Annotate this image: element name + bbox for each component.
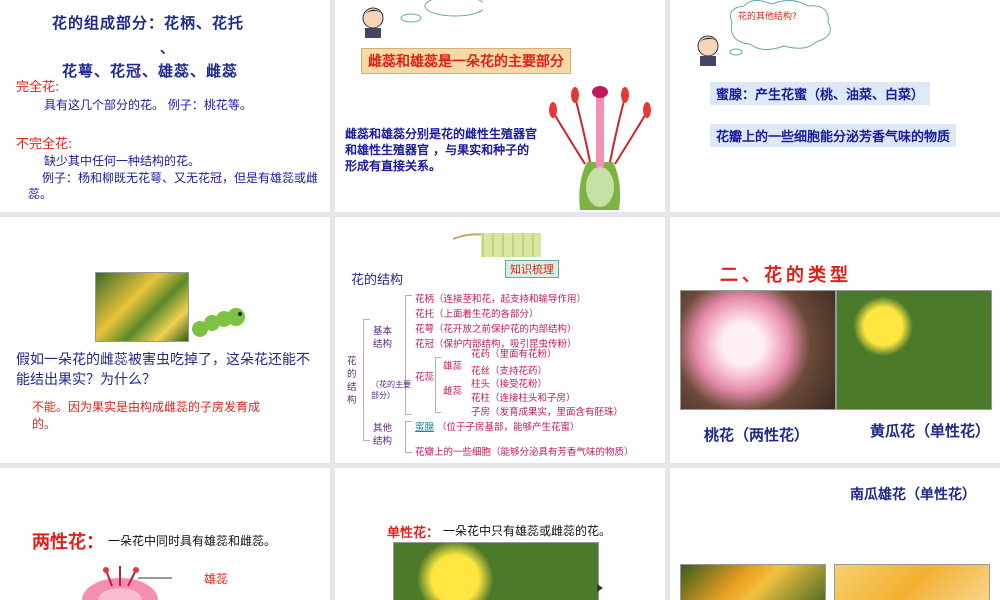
item-sepal: 花萼（花开放之前保护花的内部结构） bbox=[415, 324, 577, 335]
stamen-annotation: 雄蕊 bbox=[204, 572, 229, 586]
pistil-stamen-illustration bbox=[549, 86, 651, 210]
bisexual-label: 两性花： bbox=[32, 532, 104, 553]
unisexual-text: 一朵花中只有雄蕊或雌蕊的花。 bbox=[443, 524, 612, 538]
slide-question: 假如一朵花的雌蕊被害虫吃掉了，这朵花还能不能结出果实？为什么？ 不能。因为果实是… bbox=[0, 217, 330, 463]
pistil-label: 雌蕊 bbox=[443, 386, 463, 397]
unisexual-label: 单性花： bbox=[387, 526, 440, 541]
nectary-label: 蜜腺 bbox=[415, 422, 435, 433]
incomplete-label: 不完全花: bbox=[16, 137, 73, 152]
student-icon bbox=[362, 7, 384, 38]
nectary-line: 蜜腺：产生花蜜（桃、油菜、白菜） bbox=[710, 82, 931, 105]
types-title: 二、花的类型 bbox=[720, 265, 852, 286]
item-receptacle-stalk: 花柄（连接茎和花，起支持和输导作用） bbox=[415, 294, 587, 305]
bisexual-text: 一朵花中同时具有雄蕊和雌蕊。 bbox=[108, 534, 277, 548]
heading-sep: 、 bbox=[160, 41, 174, 57]
pistil-item-ovary: 子房（发育成果实，里面含有胚珠） bbox=[471, 407, 624, 418]
arrow-icon bbox=[597, 584, 603, 592]
cucumber-unisexual-photo bbox=[393, 542, 599, 600]
root-bracket bbox=[363, 319, 370, 441]
slide-other-structures: 花的其他结构? 蜜腺：产生花蜜（桃、油菜、白菜） 花瓣上的一些细胞能分泌芳香气味… bbox=[670, 0, 1000, 212]
pumpkin-photo-2 bbox=[834, 564, 990, 600]
nectary-text: （位于子房基部，能够产生花蜜） bbox=[437, 422, 580, 433]
pumpkin-photo-1 bbox=[680, 564, 826, 600]
slide-main-parts: 雌蕊和雄蕊是一朵花的主要部分 雌蕊和雄蕊分别是花的雌性生殖器官和雄性生殖器官 ，… bbox=[335, 0, 665, 212]
slide-flower-parts: 花的组成部分：花柄、花托 、 花萼、花冠、雄蕊、雌蕊 完全花: 具有这几个部分的… bbox=[0, 0, 330, 212]
pumpkin-caption: 南瓜雄花（单性花） bbox=[850, 487, 976, 503]
thought-bubble-icon bbox=[400, 0, 483, 23]
stamen-label: 雄蕊 bbox=[443, 361, 463, 372]
structure-title: 花的结构 bbox=[351, 273, 404, 288]
peach-caption: 桃花（两性花） bbox=[704, 426, 810, 444]
basic-structure: 基本结构 bbox=[373, 326, 393, 350]
slide-unisexual: 单性花： 一朵花中只有雄蕊或雌蕊的花。 bbox=[335, 468, 665, 600]
heading-line1: 花的组成部分：花柄、花托 bbox=[52, 14, 245, 32]
cucumber-flower-photo bbox=[836, 290, 992, 410]
question-text: 假如一朵花的雌蕊被害虫吃掉了，这朵花还能不能结出果实？为什么？ bbox=[16, 352, 310, 388]
incomplete-text: 缺少其中任何一种结构的花。 bbox=[44, 154, 201, 168]
heading-line2: 花萼、花冠、雄蕊、雌蕊 bbox=[62, 62, 239, 80]
slide-flower-types: 二、花的类型 桃花（两性花） 黄瓜花（单性花） bbox=[670, 217, 1000, 463]
student-icon bbox=[697, 35, 719, 66]
peach-blossom-photo bbox=[680, 290, 836, 410]
answer-text: 不能。因为果实是由构成雌蕊的子房发育成的。 bbox=[32, 400, 261, 431]
thought-bubble-text: 花的其他结构? bbox=[738, 12, 797, 22]
bisexual-flower-diagram bbox=[82, 566, 172, 600]
yellow-flowers-photo bbox=[95, 272, 189, 342]
pistil-item-stigma: 柱头（接受花粉） bbox=[471, 379, 548, 390]
petal-cells-line: 花瓣上的一些细胞能分泌芳香气味的物质 bbox=[710, 124, 957, 147]
knitting-icon bbox=[453, 233, 541, 257]
incomplete-example: 例子：杨和柳既无花萼、又无花冠，但是有雄蕊或雌蕊。 bbox=[28, 171, 319, 201]
slide-pumpkin-male: 南瓜雄花（单性花） bbox=[670, 468, 1000, 600]
item-receptacle: 花托（上面着生花的各部分） bbox=[415, 309, 539, 320]
stamen-group: 花蕊 bbox=[415, 372, 435, 383]
main-part-note: （花的主要部分） bbox=[371, 380, 411, 400]
stamen-item-anther: 花药（里面有花粉） bbox=[471, 349, 557, 360]
cucumber-caption: 黄瓜花（单性花） bbox=[870, 422, 991, 440]
other-structure: 其他结构 bbox=[373, 423, 393, 447]
knowledge-tag: 知识梳理 bbox=[505, 260, 559, 278]
stamen-bracket bbox=[435, 357, 441, 413]
complete-text: 具有这几个部分的花。 例子：桃花等。 bbox=[44, 98, 252, 112]
complete-label: 完全花: bbox=[16, 80, 60, 95]
slide-bisexual: 两性花： 一朵花中同时具有雄蕊和雌蕊。 雄蕊 bbox=[0, 468, 330, 600]
stamen-item-filament: 花丝（支持花药） bbox=[471, 366, 548, 377]
main-parts-body: 雌蕊和雄蕊分别是花的雌性生殖器官和雄性生殖器官 ，与果实和种子的形成有直接关系。 bbox=[345, 127, 538, 173]
tree-root: 花的结构 bbox=[347, 356, 357, 406]
pistil-item-style: 花柱（连接柱头和子房） bbox=[471, 393, 576, 404]
slide-knowledge-map: 知识梳理 花的结构 花的结构 基本结构 花柄（连接茎和花，起支持和输导作用） 花… bbox=[335, 217, 665, 463]
caterpillar-icon bbox=[192, 308, 245, 337]
other-bracket bbox=[405, 421, 412, 453]
petal-cells-text: 花瓣上的一些细胞（能够分泌具有芳香气味的物质） bbox=[415, 447, 634, 458]
main-parts-banner: 雌蕊和雄蕊是一朵花的主要部分 bbox=[361, 48, 571, 74]
